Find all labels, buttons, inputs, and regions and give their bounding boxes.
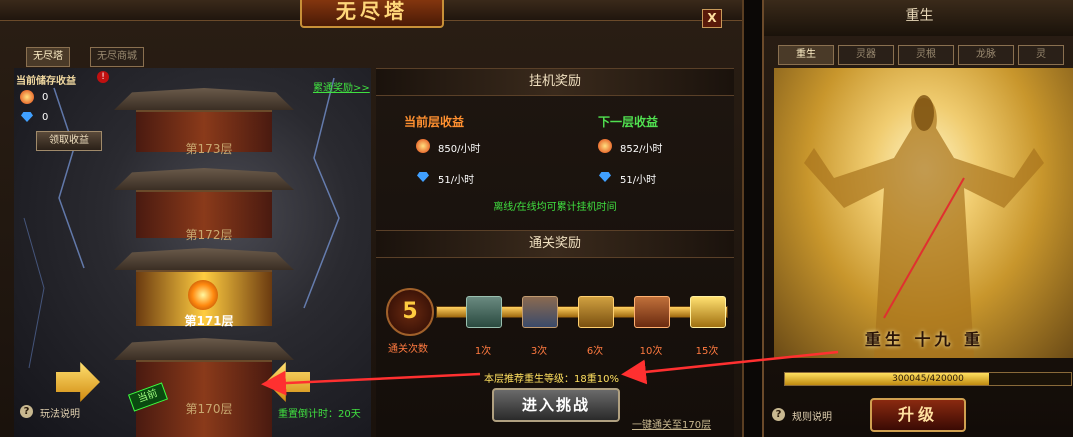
- stored-income-label: 当前储存收益: [16, 76, 76, 87]
- rewards-column: 挂机奖励 当前层收益 下一层收益 850/小时 852/小时 51/小时 51/…: [376, 68, 734, 437]
- current-gem-rate: 51/小时: [438, 175, 475, 186]
- tab-shop[interactable]: 无尽商城: [90, 47, 144, 67]
- upgrade-button[interactable]: 升级: [870, 398, 966, 432]
- milestone-label: 6次: [586, 346, 604, 357]
- tower-floor-172: 第172层: [114, 168, 294, 248]
- rebirth-progress-bar: 300045/420000: [784, 372, 1072, 386]
- tower-floor-173: 第173层: [114, 68, 294, 168]
- window-title: 无尽塔: [300, 0, 444, 28]
- rebirth-window: 重生 重生 灵器 灵根 龙脉 灵 重生 十九 重 300045/420000 ?…: [762, 0, 1073, 437]
- clear-count-label: 通关次数: [388, 344, 428, 355]
- fire-orb-icon: [188, 280, 218, 310]
- floor-label: 第171层: [184, 314, 234, 328]
- tower-panel: 第173层 第172层 第171层 第170层 当前: [14, 68, 371, 437]
- help-link[interactable]: 玩法说明: [40, 405, 80, 420]
- recommended-rebirth-level: 本层推荐重生等级：18重10%: [484, 374, 619, 385]
- fire-coin-icon: [20, 90, 34, 104]
- tower-window: 无尽塔 X 无尽塔 无尽商城 第173层 第172层 第171层 第170层 当…: [0, 0, 744, 437]
- rebirth-level-text: 重生 十九 重: [864, 330, 985, 349]
- rebirth-tab[interactable]: 重生: [778, 45, 834, 65]
- rules-link[interactable]: 规则说明: [792, 408, 832, 423]
- claim-income-button[interactable]: 领取收益: [36, 131, 102, 151]
- progress-text: 300045/420000: [892, 374, 964, 384]
- next-gem-rate: 51/小时: [620, 175, 657, 186]
- chest-1-icon[interactable]: [466, 296, 502, 328]
- milestone-label: 10次: [639, 346, 663, 357]
- reset-countdown: 重置倒计时：20天: [278, 409, 361, 420]
- floor-label: 第173层: [185, 142, 233, 156]
- rebirth-portrait: 重生 十九 重: [774, 68, 1073, 358]
- chest-6-icon[interactable]: [578, 296, 614, 328]
- milestone-label: 1次: [474, 346, 492, 357]
- golden-deity-illustration: [804, 95, 1044, 358]
- diamond-icon: [417, 172, 429, 182]
- fire-coin-icon: [598, 139, 612, 153]
- fire-amount: 0: [42, 92, 49, 103]
- gem-amount: 0: [42, 112, 49, 123]
- enter-challenge-button[interactable]: 进入挑战: [492, 388, 620, 422]
- tower-floor-170: 第170层: [114, 338, 294, 437]
- milestone-label: 15次: [695, 346, 719, 357]
- spirit-weapon-tab[interactable]: 灵器: [838, 45, 894, 65]
- tab-more[interactable]: 灵: [1018, 45, 1064, 65]
- tab-tower[interactable]: 无尽塔: [26, 47, 70, 67]
- help-icon[interactable]: ?: [20, 405, 33, 418]
- floor-label: 第172层: [185, 228, 233, 242]
- milestone-label: 3次: [530, 346, 548, 357]
- close-button[interactable]: X: [702, 9, 722, 28]
- idle-rewards-title: 挂机奖励: [376, 68, 734, 96]
- current-floor-income-label: 当前层收益: [404, 115, 465, 129]
- clear-rewards-title: 通关奖励: [376, 230, 734, 258]
- info-icon[interactable]: !: [97, 71, 109, 83]
- chest-3-icon[interactable]: [522, 296, 558, 328]
- help-icon[interactable]: ?: [772, 408, 785, 421]
- next-floor-income-label: 下一层收益: [598, 115, 659, 129]
- clear-count-badge: 5: [386, 288, 434, 336]
- current-fire-rate: 850/小时: [438, 144, 481, 155]
- cumulative-rewards-link[interactable]: 累通奖励>>: [313, 79, 370, 94]
- spirit-root-tab[interactable]: 灵根: [898, 45, 954, 65]
- rebirth-title: 重生: [764, 0, 1073, 36]
- next-fire-rate: 852/小时: [620, 144, 663, 155]
- fire-coin-icon: [416, 139, 430, 153]
- chest-15-icon[interactable]: [690, 296, 726, 328]
- floor-label: 第170层: [185, 402, 233, 416]
- diamond-icon: [599, 172, 611, 182]
- chest-10-icon[interactable]: [634, 296, 670, 328]
- quick-clear-link[interactable]: 一键通关至170层: [632, 416, 711, 431]
- dragon-vein-tab[interactable]: 龙脉: [958, 45, 1014, 65]
- idle-note: 离线/在线均可累计挂机时间: [493, 202, 617, 213]
- tower-floor-171[interactable]: 第171层: [114, 248, 294, 338]
